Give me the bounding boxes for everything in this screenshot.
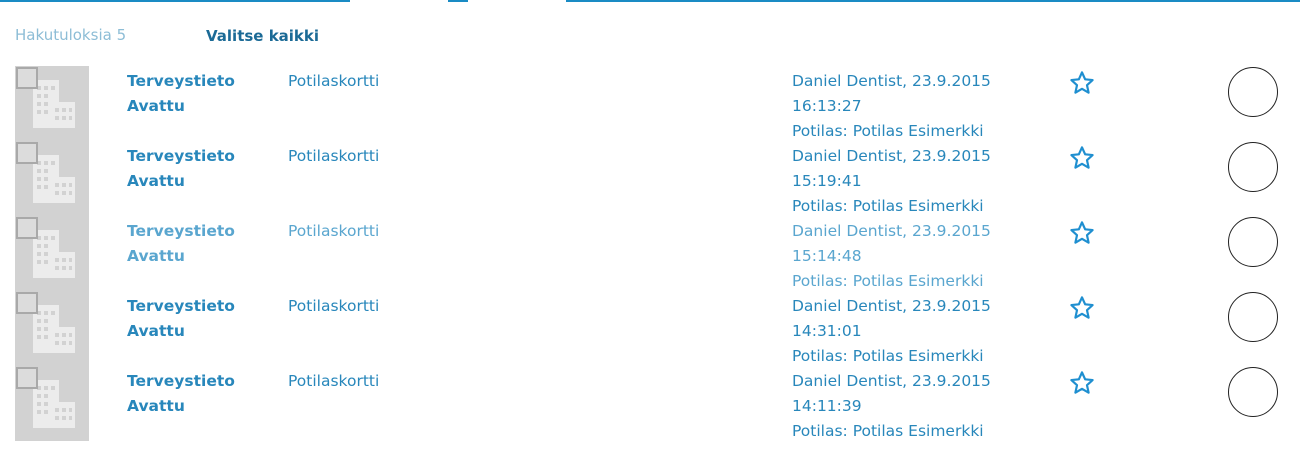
document-name[interactable]: Potilaskortti xyxy=(288,369,379,394)
record-status: Avattu xyxy=(127,397,185,415)
record-meta: Daniel Dentist, 23.9.2015 14:31:01 Potil… xyxy=(792,294,991,369)
document-name[interactable]: Potilaskortti xyxy=(288,219,379,244)
author-date: Daniel Dentist, 23.9.2015 xyxy=(792,372,991,390)
record-type-label[interactable]: Terveystieto xyxy=(127,294,235,319)
record-time: 14:11:39 xyxy=(792,397,862,415)
star-outline-icon[interactable] xyxy=(1069,370,1095,396)
list-item[interactable]: Terveystieto Avattu Potilaskortti Daniel… xyxy=(0,291,1300,366)
record-type[interactable]: Terveystieto Avattu xyxy=(127,219,235,269)
document-name[interactable]: Potilaskortti xyxy=(288,144,379,169)
select-circle-button[interactable] xyxy=(1228,67,1278,117)
thumbnail[interactable] xyxy=(15,291,89,366)
author-date: Daniel Dentist, 23.9.2015 xyxy=(792,297,991,315)
record-type[interactable]: Terveystieto Avattu xyxy=(127,69,235,119)
record-meta: Daniel Dentist, 23.9.2015 16:13:27 Potil… xyxy=(792,69,991,144)
record-meta: Daniel Dentist, 23.9.2015 14:11:39 Potil… xyxy=(792,369,991,444)
tab-indicator[interactable] xyxy=(350,0,448,2)
checkbox-icon[interactable] xyxy=(16,367,38,389)
record-type-label[interactable]: Terveystieto xyxy=(127,219,235,244)
record-status: Avattu xyxy=(127,322,185,340)
star-outline-icon[interactable] xyxy=(1069,145,1095,171)
document-name[interactable]: Potilaskortti xyxy=(288,294,379,319)
checkbox-icon[interactable] xyxy=(16,142,38,164)
record-type-label[interactable]: Terveystieto xyxy=(127,69,235,94)
patient-name: Potilas: Potilas Esimerkki xyxy=(792,422,984,440)
record-type[interactable]: Terveystieto Avattu xyxy=(127,369,235,419)
list-item[interactable]: Terveystieto Avattu Potilaskortti Daniel… xyxy=(0,216,1300,291)
record-time: 15:14:48 xyxy=(792,247,862,265)
result-count: Hakutuloksia 5 xyxy=(15,26,127,44)
list-item[interactable]: Terveystieto Avattu Potilaskortti Daniel… xyxy=(0,366,1300,441)
author-date: Daniel Dentist, 23.9.2015 xyxy=(792,147,991,165)
record-status: Avattu xyxy=(127,172,185,190)
list-item[interactable]: Terveystieto Avattu Potilaskortti Daniel… xyxy=(0,141,1300,216)
tab-indicator[interactable] xyxy=(468,0,566,2)
checkbox-icon[interactable] xyxy=(16,67,38,89)
record-meta: Daniel Dentist, 23.9.2015 15:14:48 Potil… xyxy=(792,219,991,294)
author-date: Daniel Dentist, 23.9.2015 xyxy=(792,222,991,240)
record-type[interactable]: Terveystieto Avattu xyxy=(127,144,235,194)
star-outline-icon[interactable] xyxy=(1069,220,1095,246)
record-time: 14:31:01 xyxy=(792,322,862,340)
record-meta: Daniel Dentist, 23.9.2015 15:19:41 Potil… xyxy=(792,144,991,219)
select-circle-button[interactable] xyxy=(1228,367,1278,417)
results-list: Terveystieto Avattu Potilaskortti Daniel… xyxy=(0,66,1300,441)
record-type[interactable]: Terveystieto Avattu xyxy=(127,294,235,344)
select-circle-button[interactable] xyxy=(1228,292,1278,342)
select-circle-button[interactable] xyxy=(1228,217,1278,267)
checkbox-icon[interactable] xyxy=(16,217,38,239)
document-name[interactable]: Potilaskortti xyxy=(288,69,379,94)
thumbnail[interactable] xyxy=(15,141,89,216)
checkbox-icon[interactable] xyxy=(16,292,38,314)
author-date: Daniel Dentist, 23.9.2015 xyxy=(792,72,991,90)
select-circle-button[interactable] xyxy=(1228,142,1278,192)
list-item[interactable]: Terveystieto Avattu Potilaskortti Daniel… xyxy=(0,66,1300,141)
star-outline-icon[interactable] xyxy=(1069,70,1095,96)
record-status: Avattu xyxy=(127,247,185,265)
record-status: Avattu xyxy=(127,97,185,115)
thumbnail[interactable] xyxy=(15,366,89,441)
top-tab-bar-line xyxy=(0,0,1300,2)
star-outline-icon[interactable] xyxy=(1069,295,1095,321)
record-time: 15:19:41 xyxy=(792,172,862,190)
record-time: 16:13:27 xyxy=(792,97,862,115)
select-all-link[interactable]: Valitse kaikki xyxy=(206,27,319,45)
thumbnail[interactable] xyxy=(15,216,89,291)
thumbnail[interactable] xyxy=(15,66,89,141)
record-type-label[interactable]: Terveystieto xyxy=(127,369,235,394)
record-type-label[interactable]: Terveystieto xyxy=(127,144,235,169)
